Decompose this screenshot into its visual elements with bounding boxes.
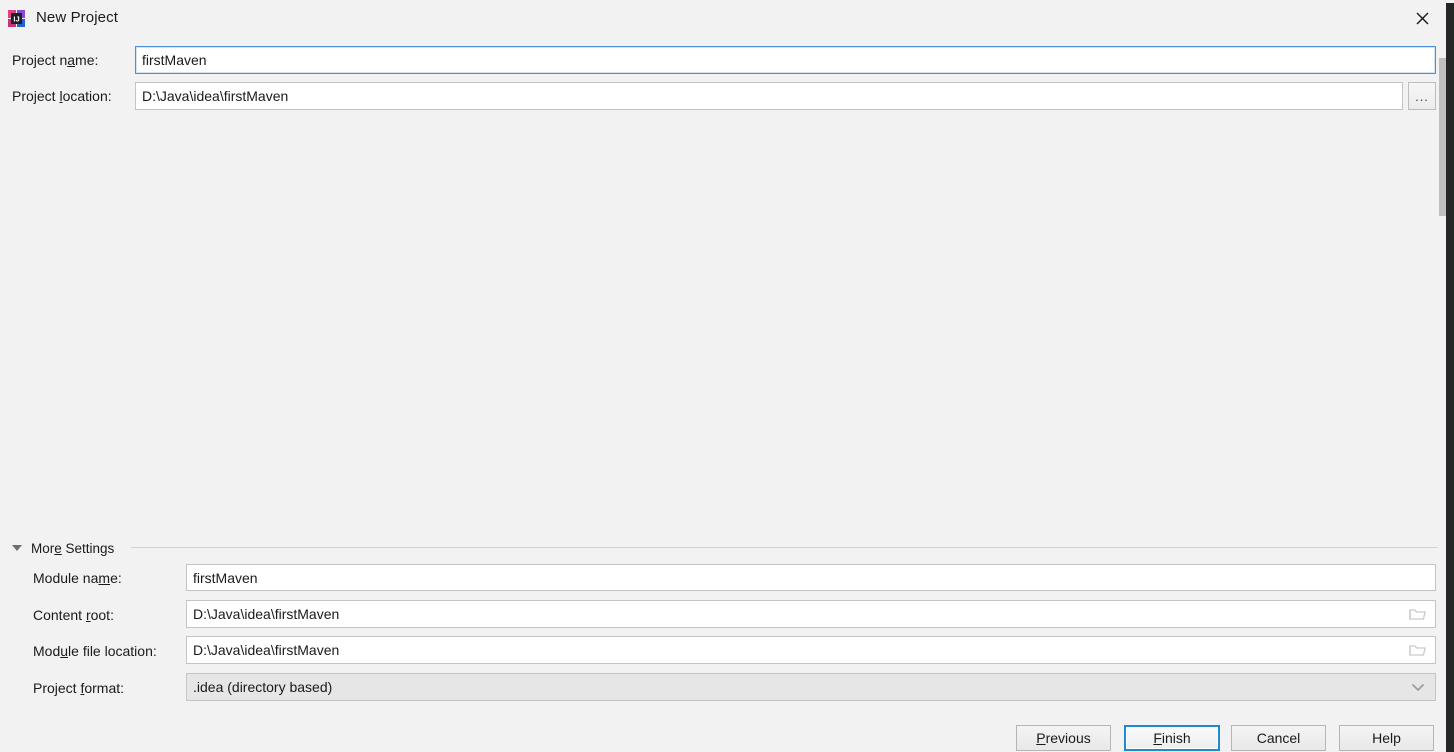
- more-settings-label: More Settings: [31, 540, 115, 556]
- new-project-dialog: IJ New Project Project name: firstMaven …: [0, 0, 1454, 752]
- more-settings-toggle[interactable]: More Settings: [12, 538, 114, 558]
- project-format-combobox[interactable]: .idea (directory based): [186, 673, 1436, 701]
- module-name-value: firstMaven: [193, 569, 258, 586]
- project-format-value: .idea (directory based): [193, 679, 333, 695]
- cancel-button-label: Cancel: [1256, 730, 1301, 746]
- project-name-input[interactable]: firstMaven: [135, 46, 1436, 74]
- close-icon[interactable]: [1400, 0, 1444, 37]
- project-location-browse-button[interactable]: ...: [1408, 82, 1436, 110]
- content-root-folder-icon[interactable]: [1407, 605, 1427, 623]
- cancel-button[interactable]: Cancel: [1231, 725, 1326, 751]
- project-location-label: Project location:: [12, 88, 112, 104]
- previous-button[interactable]: Previous: [1016, 725, 1111, 751]
- module-file-location-folder-icon[interactable]: [1407, 641, 1427, 659]
- chevron-down-icon[interactable]: [1409, 680, 1427, 694]
- finish-button[interactable]: Finish: [1124, 725, 1220, 751]
- project-location-value: D:\Java\idea\firstMaven: [142, 88, 289, 104]
- finish-button-label: Finish: [1153, 730, 1191, 746]
- svg-text:IJ: IJ: [13, 15, 19, 24]
- module-file-location-input[interactable]: D:\Java\idea\firstMaven: [186, 636, 1436, 664]
- title-bar: IJ New Project: [0, 0, 1454, 37]
- previous-button-label: Previous: [1036, 730, 1091, 746]
- window-right-edge: [1446, 0, 1454, 752]
- intellij-idea-icon: IJ: [8, 10, 25, 27]
- module-file-location-value: D:\Java\idea\firstMaven: [193, 642, 340, 658]
- project-format-label: Project format:: [33, 680, 125, 696]
- vertical-scrollbar-thumb[interactable]: [1439, 58, 1446, 216]
- help-button[interactable]: Help: [1339, 725, 1434, 751]
- triangle-down-icon: [12, 545, 22, 551]
- window-title: New Project: [36, 9, 118, 26]
- content-root-input[interactable]: D:\Java\idea\firstMaven: [186, 600, 1436, 628]
- project-name-value: firstMaven: [142, 52, 207, 68]
- content-root-label: Content root:: [33, 607, 114, 623]
- module-name-input[interactable]: firstMaven: [186, 564, 1436, 591]
- more-settings-separator: [131, 547, 1438, 548]
- window-corner-gap: [1446, 0, 1454, 3]
- module-file-location-label: Module file location:: [33, 643, 157, 659]
- project-name-label: Project name:: [12, 52, 99, 68]
- help-button-label: Help: [1372, 730, 1401, 746]
- project-location-input[interactable]: D:\Java\idea\firstMaven: [135, 82, 1403, 110]
- browse-ellipsis-label: ...: [1415, 88, 1429, 104]
- module-name-label: Module name:: [33, 570, 122, 586]
- content-root-value: D:\Java\idea\firstMaven: [193, 606, 340, 622]
